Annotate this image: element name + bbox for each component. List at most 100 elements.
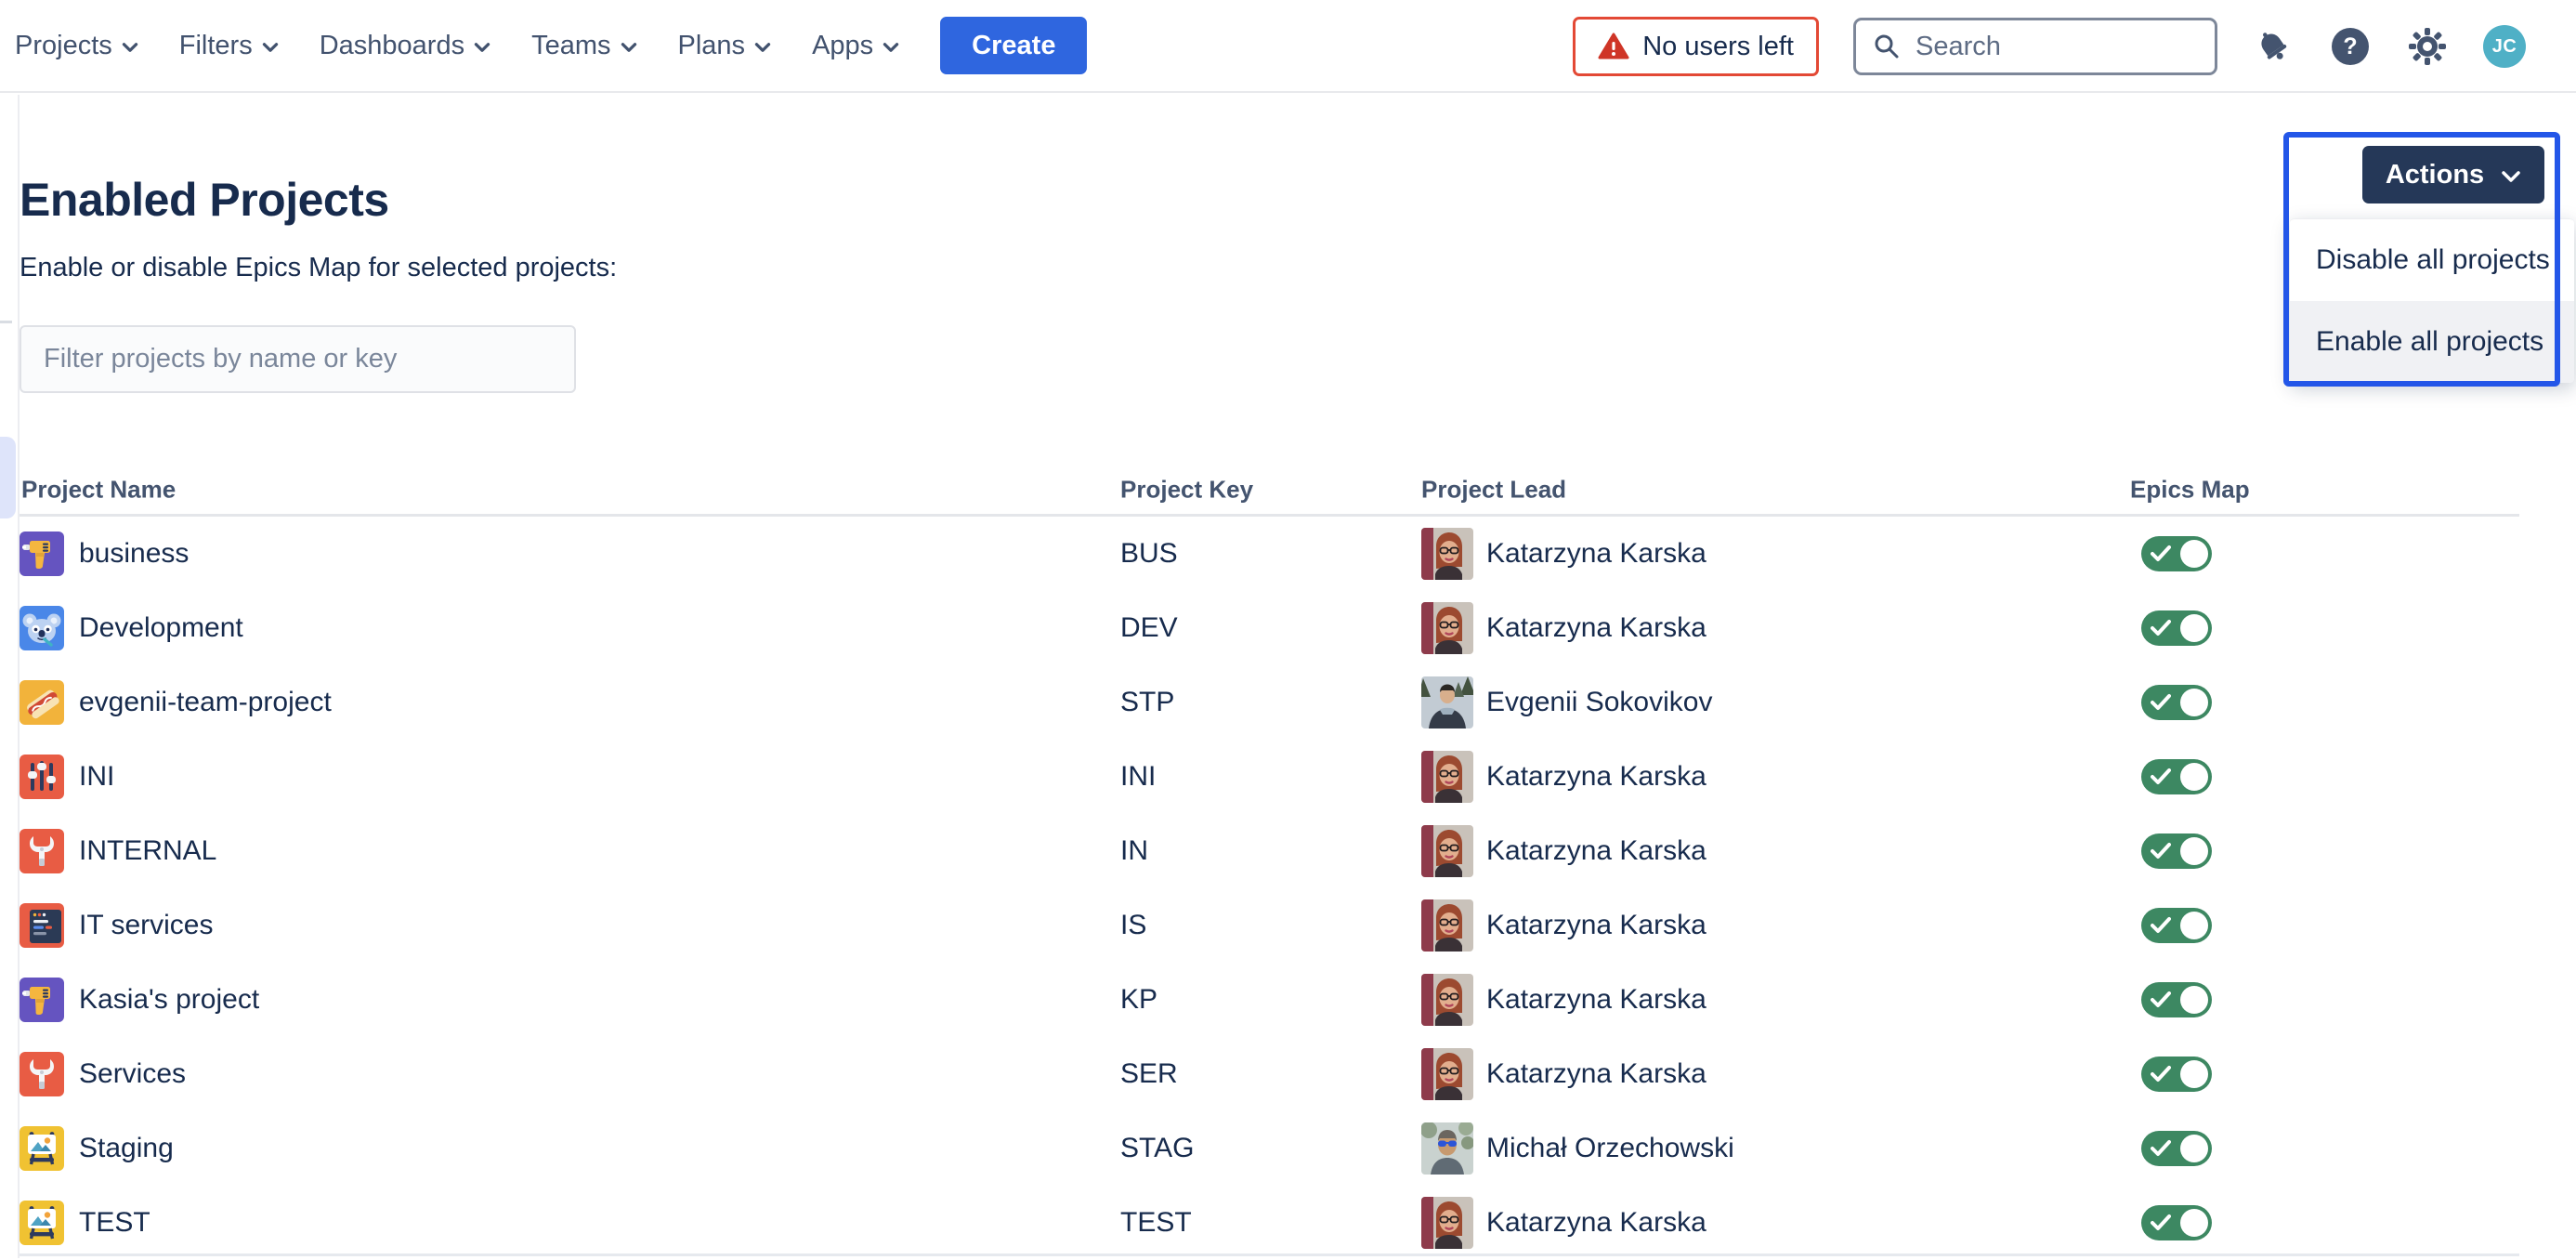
menu-item-0[interactable]: Disable all projects [2290, 219, 2574, 301]
project-key: TEST [1120, 1207, 1192, 1239]
table-row: TEST TEST Katarzyna Karska [20, 1186, 2519, 1260]
epics-map-toggle[interactable] [2141, 610, 2212, 646]
project-name: INI [79, 761, 114, 793]
header-project-key: Project Key [1120, 475, 1253, 504]
nav-menu-filters[interactable]: Filters [179, 31, 279, 61]
user-avatar[interactable]: JC [2483, 25, 2526, 68]
page-subtitle: Enable or disable Epics Map for selected… [20, 253, 617, 283]
project-name: Kasia's project [79, 984, 259, 1016]
settings-icon[interactable] [2406, 25, 2449, 68]
drill-icon [20, 532, 64, 576]
project-lead: Michał Orzechowski [1486, 1133, 1734, 1164]
lead-avatar [1421, 1048, 1473, 1100]
easel-icon [20, 1126, 64, 1171]
project-filter-input[interactable] [20, 325, 576, 393]
search-input[interactable] [1914, 31, 2198, 63]
project-key: BUS [1120, 538, 1178, 570]
table-row: INTERNAL IN Katarzyna Karska [20, 814, 2519, 888]
no-users-left-button[interactable]: No users left [1573, 17, 1819, 76]
chevron-down-icon [2501, 170, 2521, 183]
chevron-down-icon [883, 38, 899, 53]
nav-menu-teams[interactable]: Teams [531, 31, 636, 61]
table-row: Kasia's project KP Katarzyna Karska [20, 963, 2519, 1037]
epics-map-toggle[interactable] [2141, 1205, 2212, 1240]
epics-map-toggle[interactable] [2141, 1057, 2212, 1092]
project-key: STAG [1120, 1133, 1194, 1164]
lead-avatar [1421, 602, 1473, 654]
svg-text:?: ? [2343, 33, 2357, 59]
project-key: IN [1120, 835, 1148, 867]
project-key: STP [1120, 687, 1174, 718]
nav-menu-group: Projects Filters Dashboards Teams Plans Apps [0, 31, 899, 61]
table-row: Staging STAG Michał Orzechowski [20, 1111, 2519, 1186]
actions-dropdown-menu: Disable all projectsEnable all projects [2290, 218, 2574, 383]
create-button[interactable]: Create [940, 17, 1087, 74]
chevron-down-icon [754, 38, 771, 53]
lead-avatar [1421, 751, 1473, 803]
nav-menu-projects[interactable]: Projects [15, 31, 138, 61]
actions-button[interactable]: Actions [2362, 146, 2544, 203]
project-key: DEV [1120, 612, 1178, 644]
lead-avatar [1421, 1197, 1473, 1249]
project-name: Development [79, 612, 243, 644]
rail-app-indicator[interactable] [0, 437, 16, 518]
project-key: SER [1120, 1058, 1178, 1090]
epics-map-toggle[interactable] [2141, 759, 2212, 794]
table-row: Development DEV Katarzyna Karska [20, 591, 2519, 665]
header-epics-map: Epics Map [2130, 475, 2250, 504]
chevron-down-icon [621, 38, 637, 53]
help-icon[interactable]: ? [2329, 25, 2372, 68]
rail-divider [0, 321, 12, 323]
sidebar-rail [0, 95, 20, 1258]
wrench-icon [20, 1052, 64, 1096]
page-title: Enabled Projects [20, 173, 389, 227]
chevron-down-icon [122, 38, 138, 53]
wrench-icon [20, 829, 64, 873]
epics-map-toggle[interactable] [2141, 536, 2212, 571]
nav-menu-dashboards[interactable]: Dashboards [320, 31, 490, 61]
project-lead: Evgenii Sokovikov [1486, 687, 1712, 718]
nav-menu-apps[interactable]: Apps [812, 31, 899, 61]
project-key: IS [1120, 910, 1146, 941]
epics-map-toggle[interactable] [2141, 982, 2212, 1017]
project-lead: Katarzyna Karska [1486, 761, 1706, 793]
project-name: evgenii-team-project [79, 687, 332, 718]
project-lead: Katarzyna Karska [1486, 1058, 1706, 1090]
project-lead: Katarzyna Karska [1486, 612, 1706, 644]
project-key: KP [1120, 984, 1157, 1016]
epics-map-toggle[interactable] [2141, 1131, 2212, 1166]
warning-icon [1598, 33, 1629, 60]
notifications-icon[interactable] [2252, 25, 2295, 68]
search-box [1853, 18, 2217, 75]
search-icon [1873, 33, 1901, 60]
project-key: INI [1120, 761, 1156, 793]
table-row: business BUS Katarzyna Karska [20, 517, 2519, 591]
epics-map-toggle[interactable] [2141, 685, 2212, 720]
nav-right-group: No users left ? JC [1573, 0, 2526, 93]
top-navbar: ProjectsFiltersDashboardsTeamsPlansApps … [0, 0, 2576, 93]
project-lead: Katarzyna Karska [1486, 984, 1706, 1016]
menu-item-1[interactable]: Enable all projects [2290, 301, 2574, 383]
lead-avatar [1421, 528, 1473, 580]
project-name: business [79, 538, 189, 570]
project-lead: Katarzyna Karska [1486, 1207, 1706, 1239]
lead-avatar [1421, 899, 1473, 952]
table-header-row: Project Name Project Key Project Lead Ep… [20, 465, 2519, 517]
lead-avatar [1421, 676, 1473, 728]
nav-menu-plans[interactable]: Plans [678, 31, 772, 61]
table-row: evgenii-team-project STP Evgenii Sokovik… [20, 665, 2519, 740]
project-lead: Katarzyna Karska [1486, 538, 1706, 570]
chevron-down-icon [262, 38, 279, 53]
header-project-lead: Project Lead [1421, 475, 1566, 504]
project-name: Services [79, 1058, 186, 1090]
epics-map-toggle[interactable] [2141, 908, 2212, 943]
project-name: IT services [79, 910, 213, 941]
projects-table: Project Name Project Key Project Lead Ep… [20, 465, 2519, 1260]
project-name: INTERNAL [79, 835, 216, 867]
epics-map-toggle[interactable] [2141, 833, 2212, 869]
lead-avatar [1421, 974, 1473, 1026]
chevron-down-icon [474, 38, 490, 53]
actions-label: Actions [2386, 160, 2484, 190]
easel-icon [20, 1201, 64, 1245]
header-project-name: Project Name [21, 475, 176, 504]
